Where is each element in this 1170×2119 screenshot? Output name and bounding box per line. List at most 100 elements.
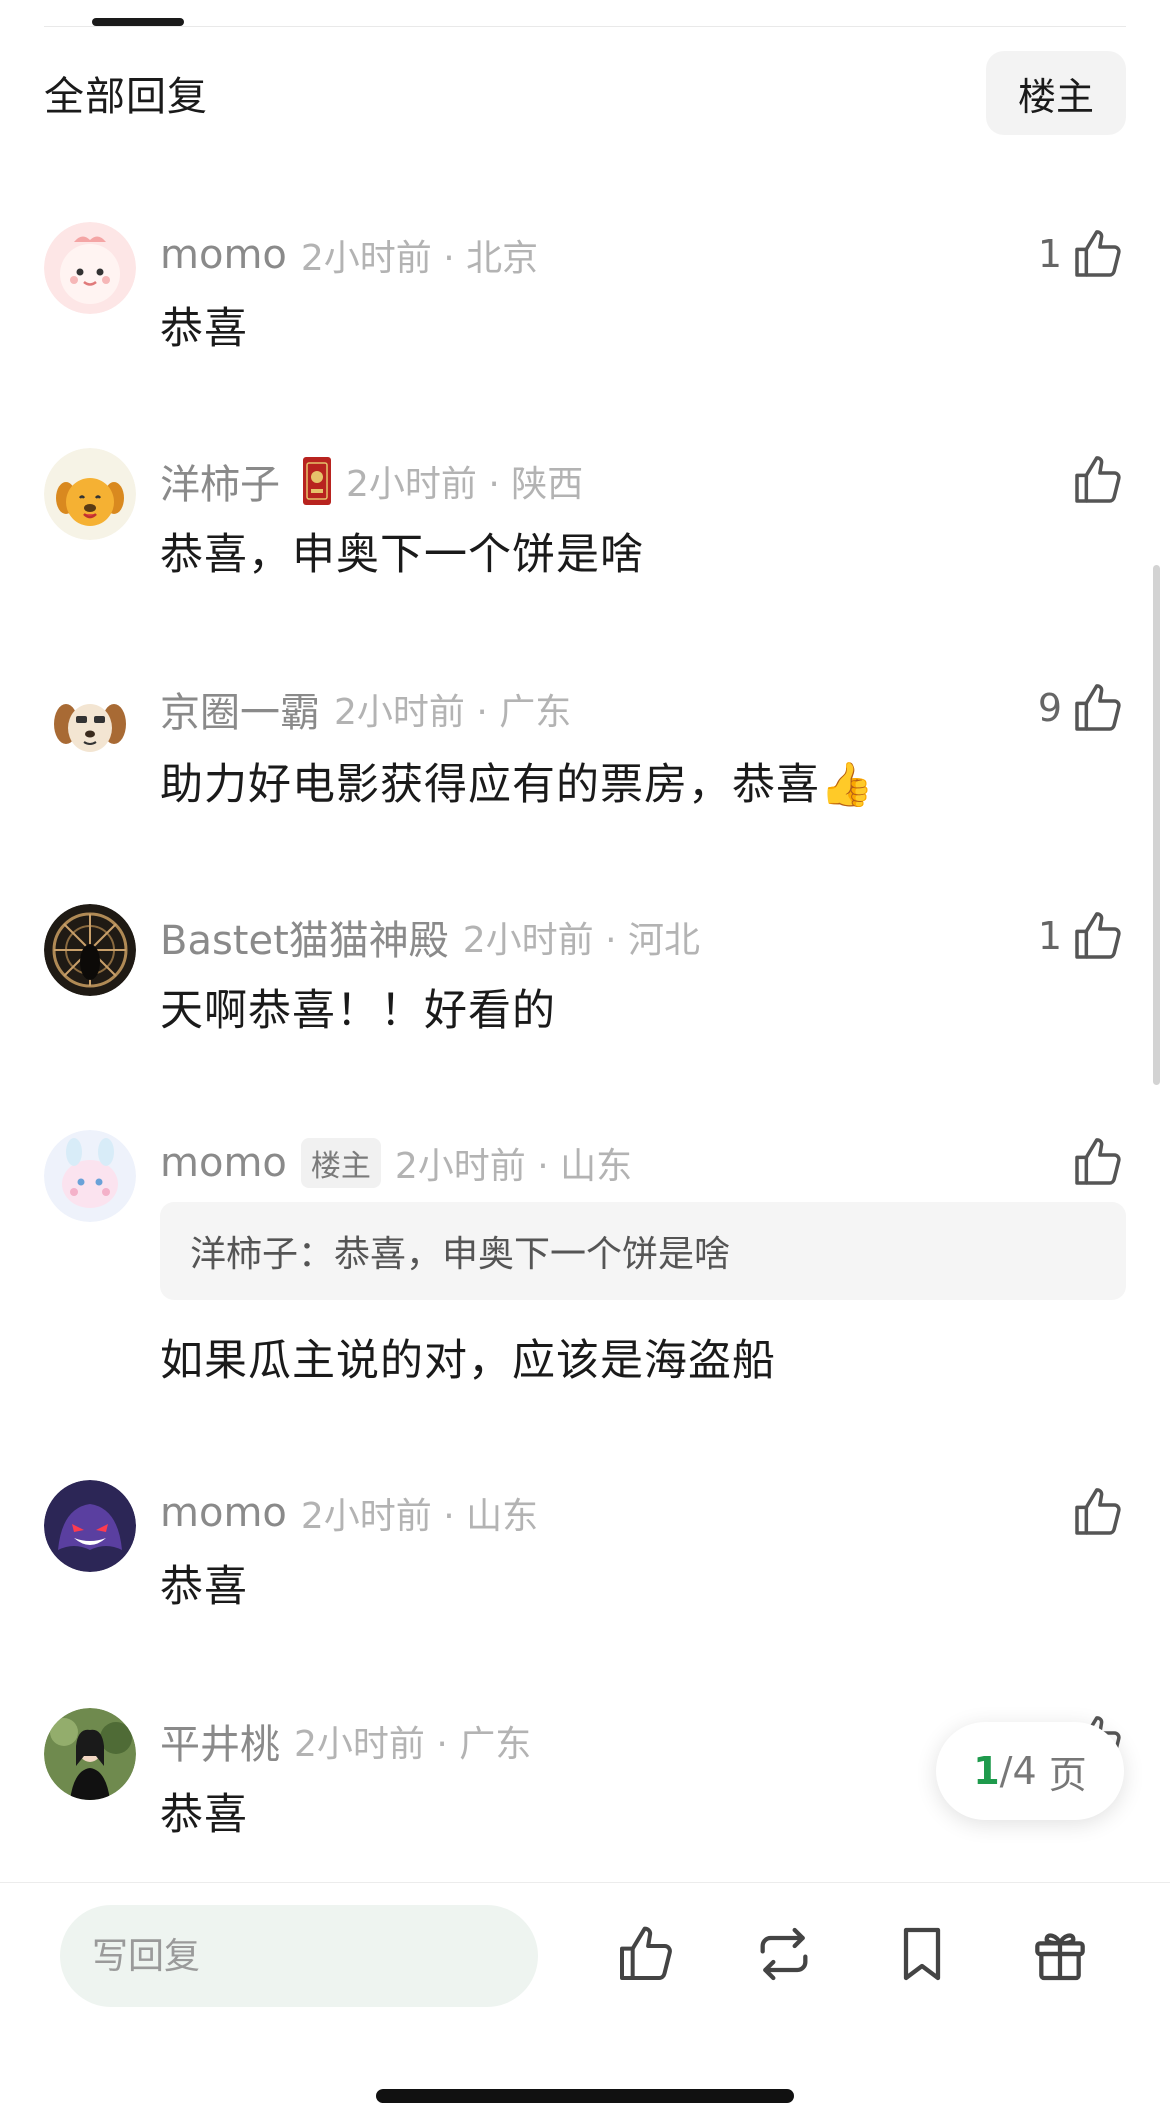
like-button[interactable] <box>1062 448 1126 512</box>
gift-button[interactable] <box>1024 1918 1096 1990</box>
top-divider <box>44 26 1126 27</box>
comment-header: momo 2小时前 · 北京 <box>160 228 538 282</box>
comment-text: 恭喜，申奥下一个饼是啥 <box>160 530 644 580</box>
comment-location: 河北 <box>628 920 701 961</box>
comment-item: momo 2小时前 · 山东 恭喜 <box>44 1480 1126 1640</box>
comment-header: momo 楼主 2小时前 · 山东 <box>160 1136 632 1190</box>
thumbs-up-icon <box>1075 1138 1121 1185</box>
thumbs-up-icon <box>620 1926 672 1980</box>
op-badge: 楼主 <box>300 1138 381 1188</box>
comment-meta: 2小时前 · 山东 <box>301 1487 538 1539</box>
current-page: 1 <box>973 1749 1000 1793</box>
comment-text: 恭喜 <box>160 304 248 354</box>
comment-text: 天啊恭喜！！好看的 <box>160 986 556 1036</box>
comment-time: 2小时前 <box>394 1146 526 1187</box>
replies-header: 全部回复 楼主 <box>44 50 1126 136</box>
comment-item: 京圈一霸 2小时前 · 广东 助力好电影获得应有的票房，恭喜👍 9 <box>44 676 1126 836</box>
like-button[interactable]: 1 <box>1038 904 1126 968</box>
like-count: 9 <box>1037 686 1062 730</box>
username[interactable]: momo <box>160 232 287 278</box>
like-button[interactable]: 1 <box>1038 222 1126 286</box>
meta-separator: · <box>537 1146 549 1187</box>
comment-header: 洋柿子 2小时前 · 陕西 <box>160 454 583 508</box>
username[interactable]: momo <box>160 1490 287 1536</box>
bottom-action-bar <box>0 1882 1170 2043</box>
comment-header: 京圈一霸 2小时前 · 广东 <box>160 682 571 736</box>
username[interactable]: momo <box>160 1140 287 1186</box>
comment-text: 助力好电影获得应有的票房，恭喜👍 <box>160 760 875 810</box>
comment-text: 恭喜 <box>160 1562 248 1612</box>
gift-icon <box>1035 1933 1085 1981</box>
meta-separator: · <box>476 692 488 733</box>
repost-button[interactable] <box>748 1918 820 1990</box>
like-count: 1 <box>1037 914 1062 958</box>
comment-time: 2小时前 <box>462 920 594 961</box>
comment-text: 恭喜 <box>160 1790 248 1840</box>
repost-icon <box>760 1927 808 1981</box>
like-button[interactable] <box>1062 1130 1126 1194</box>
yellow-dog-avatar[interactable] <box>44 448 136 540</box>
thumbs-up-icon <box>1075 456 1121 503</box>
thumbs-up-icon <box>1075 1488 1121 1535</box>
thumbs-up-icon <box>1075 230 1121 277</box>
meta-separator: · <box>488 464 500 505</box>
comment-meta: 2小时前 · 陕西 <box>346 455 583 507</box>
like-count: 1 <box>1037 232 1062 276</box>
comment-item: momo 2小时前 · 北京 恭喜 1 <box>44 222 1126 382</box>
meta-separator: · <box>605 920 617 961</box>
comment-meta: 2小时前 · 北京 <box>301 229 538 281</box>
username[interactable]: 京圈一霸 <box>160 680 320 738</box>
page-unit: 页 <box>1048 1752 1087 1797</box>
comment-item: Bastet猫猫神殿 2小时前 · 河北 天啊恭喜！！好看的 1 <box>44 904 1126 1064</box>
op-only-filter-button[interactable]: 楼主 <box>985 51 1126 135</box>
section-title: 全部回复 <box>44 74 208 120</box>
like-button[interactable]: 9 <box>1038 676 1126 740</box>
meta-separator: · <box>443 238 455 279</box>
comment-time: 2小时前 <box>346 464 477 505</box>
total-pages: 4 <box>1012 1749 1037 1793</box>
comment-text: 如果瓜主说的对，应该是海盗船 <box>160 1336 776 1386</box>
like-post-button[interactable] <box>610 1918 682 1990</box>
like-button[interactable] <box>1062 1480 1126 1544</box>
comment-location: 山东 <box>560 1146 633 1187</box>
comment-location: 山东 <box>466 1496 539 1537</box>
comment-location: 广东 <box>499 692 572 733</box>
purple-ghost-avatar[interactable] <box>44 1480 136 1572</box>
comment-meta: 2小时前 · 广东 <box>334 683 571 735</box>
beagle-avatar[interactable] <box>44 676 136 768</box>
bookmark-button[interactable] <box>886 1918 958 1990</box>
meta-separator: · <box>436 1724 448 1765</box>
page-indicator[interactable]: 1/4 页 <box>936 1722 1124 1820</box>
red-medal-badge-icon[interactable] <box>302 455 332 507</box>
temple-avatar[interactable] <box>44 904 136 996</box>
username[interactable]: Bastet猫猫神殿 <box>160 908 449 966</box>
comment-item: momo 楼主 2小时前 · 山东 洋柿子：恭喜，申奥下一个饼是啥 如果瓜主说的… <box>44 1130 1126 1400</box>
scrollbar[interactable] <box>1153 565 1160 1085</box>
comment-meta: 2小时前 · 广东 <box>294 1715 531 1767</box>
comment-meta: 2小时前 · 山东 <box>395 1137 632 1189</box>
pastel-bunny-avatar[interactable] <box>44 1130 136 1222</box>
tab-indicator <box>92 18 184 26</box>
meta-separator: · <box>443 1496 455 1537</box>
comment-location: 陕西 <box>511 464 584 505</box>
comment-item: 洋柿子 2小时前 · 陕西 恭喜，申奥下一个饼是啥 <box>44 448 1126 608</box>
comment-time: 2小时前 <box>300 238 432 279</box>
thumbs-up-icon <box>1075 684 1121 731</box>
comment-time: 2小时前 <box>300 1496 432 1537</box>
photo-avatar[interactable] <box>44 1708 136 1800</box>
comment-header: Bastet猫猫神殿 2小时前 · 河北 <box>160 910 700 964</box>
comment-header: momo 2小时前 · 山东 <box>160 1486 538 1540</box>
home-indicator[interactable] <box>376 2089 794 2103</box>
bookmark-icon <box>903 1927 941 1981</box>
pink-blob-avatar[interactable] <box>44 222 136 314</box>
comment-time: 2小时前 <box>334 692 465 733</box>
thumbs-up-icon <box>1075 912 1121 959</box>
reply-input[interactable] <box>60 1905 538 2007</box>
username[interactable]: 平井桃 <box>160 1712 280 1770</box>
username[interactable]: 洋柿子 <box>160 452 280 510</box>
comment-time: 2小时前 <box>294 1724 425 1765</box>
comment-location: 广东 <box>459 1724 532 1765</box>
quoted-reply[interactable]: 洋柿子：恭喜，申奥下一个饼是啥 <box>160 1202 1126 1300</box>
comment-location: 北京 <box>466 238 539 279</box>
comment-meta: 2小时前 · 河北 <box>463 911 700 963</box>
